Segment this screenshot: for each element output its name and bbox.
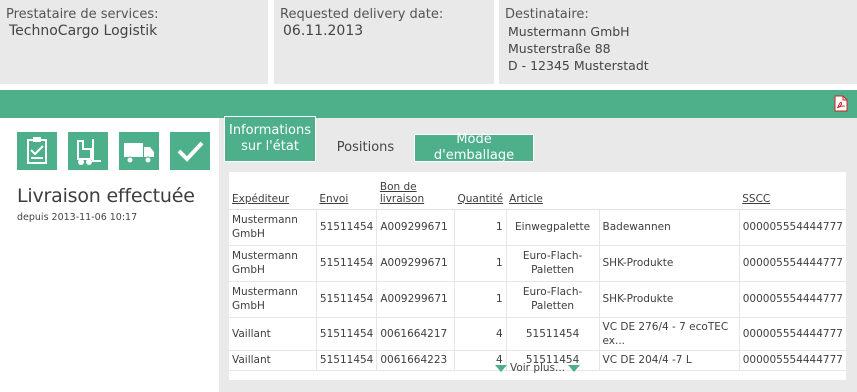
provider-box: Prestataire de services: TechnoCargo Log…	[0, 0, 268, 84]
cell-shipment: 51511454	[316, 209, 378, 246]
cell-article-code: Euro-Flach-Paletten	[506, 281, 600, 318]
cell-article-code: 51511454	[506, 317, 600, 351]
cell-sender: Vaillant	[229, 317, 317, 351]
cell-sscc: 000005554444777	[739, 209, 846, 246]
status-since: depuis 2013-11-06 10:17	[17, 212, 138, 223]
table-row[interactable]: Mustermann GmbH 51511454 A009299671 1 Eu…	[229, 245, 846, 282]
cell-shipment: 51511454	[316, 317, 378, 351]
pdf-icon[interactable]	[834, 95, 848, 112]
cell-shipment: 51511454	[316, 245, 378, 282]
recipient-box: Destinataire: Mustermann GmbH Musterstra…	[499, 0, 857, 84]
truck-icon	[119, 132, 159, 170]
cell-delivery-note: 0061664217	[376, 317, 456, 351]
delivery-date-box: Requested delivery date: 06.11.2013	[274, 0, 494, 84]
show-more-label: Voir plus...	[509, 362, 566, 374]
provider-label: Prestataire de services:	[6, 7, 159, 22]
delivery-date-value: 06.11.2013	[283, 23, 364, 39]
tab-positions[interactable]: Positions	[321, 134, 410, 162]
cell-article-name: Badewannen	[599, 209, 740, 246]
delivery-date-label: Requested delivery date:	[280, 7, 444, 22]
col-sender[interactable]: Expéditeur	[229, 172, 317, 210]
table-row[interactable]: Vaillant 51511454 0061664217 4 51511454 …	[229, 317, 846, 351]
status-title: Livraison effectuée	[17, 185, 195, 207]
cell-sender: Mustermann GmbH	[229, 209, 317, 246]
col-sscc[interactable]: SSCC	[739, 172, 846, 210]
show-more-link[interactable]: Voir plus...	[229, 362, 846, 374]
cell-quantity: 1	[454, 281, 507, 318]
table-row[interactable]: Mustermann GmbH 51511454 A009299671 1 Eu…	[229, 281, 846, 318]
tab-packaging[interactable]: Mode d'emballage	[414, 132, 534, 163]
cell-sscc: 000005554444777	[739, 245, 846, 282]
col-delivery-note[interactable]: Bon de livraison	[376, 172, 455, 210]
recipient-line-city: D - 12345 Musterstadt	[508, 58, 649, 73]
chevron-down-icon	[568, 364, 581, 372]
chevron-down-icon	[494, 364, 507, 372]
col-article[interactable]: Article	[506, 172, 740, 210]
cell-delivery-note: A009299671	[376, 245, 456, 282]
forklift-icon	[68, 132, 108, 170]
cell-article-name: VC DE 276/4 - 7 ecoTEC ex...	[599, 317, 740, 351]
table-header-row: Expéditeur Envoi Bon de livraison Quanti…	[229, 172, 846, 210]
cell-sscc: 000005554444777	[739, 281, 846, 318]
clipboard-check-icon	[17, 132, 57, 170]
cell-article-code: Einwegpalette	[506, 209, 600, 246]
cell-delivery-note: A009299671	[376, 281, 456, 318]
col-shipment[interactable]: Envoi	[316, 172, 377, 210]
recipient-line-street: Musterstraße 88	[508, 41, 611, 56]
provider-value: TechnoCargo Logistik	[9, 23, 158, 39]
cell-quantity: 1	[454, 209, 507, 246]
cell-quantity: 1	[454, 245, 507, 282]
cell-article-name: SHK-Produkte	[599, 281, 740, 318]
tab-status-info[interactable]: Informations sur l'état	[224, 116, 316, 162]
cell-sscc: 000005554444777	[739, 317, 846, 351]
recipient-line-name: Mustermann GmbH	[508, 24, 630, 39]
cell-article-code: Euro-Flach-Paletten	[506, 245, 600, 282]
recipient-label: Destinataire:	[505, 7, 589, 22]
cell-article-name: SHK-Produkte	[599, 245, 740, 282]
cell-shipment: 51511454	[316, 281, 378, 318]
cell-sender: Mustermann GmbH	[229, 245, 317, 282]
cell-delivery-note: A009299671	[376, 209, 456, 246]
checkmark-icon	[170, 132, 210, 170]
toolbar-band	[0, 90, 857, 118]
col-quantity[interactable]: Quantité	[454, 172, 507, 210]
positions-table: Expéditeur Envoi Bon de livraison Quanti…	[229, 172, 846, 380]
cell-quantity: 4	[454, 317, 507, 351]
cell-sender: Mustermann GmbH	[229, 281, 317, 318]
status-steps	[17, 132, 210, 170]
table-row[interactable]: Mustermann GmbH 51511454 A009299671 1 Ei…	[229, 209, 846, 246]
